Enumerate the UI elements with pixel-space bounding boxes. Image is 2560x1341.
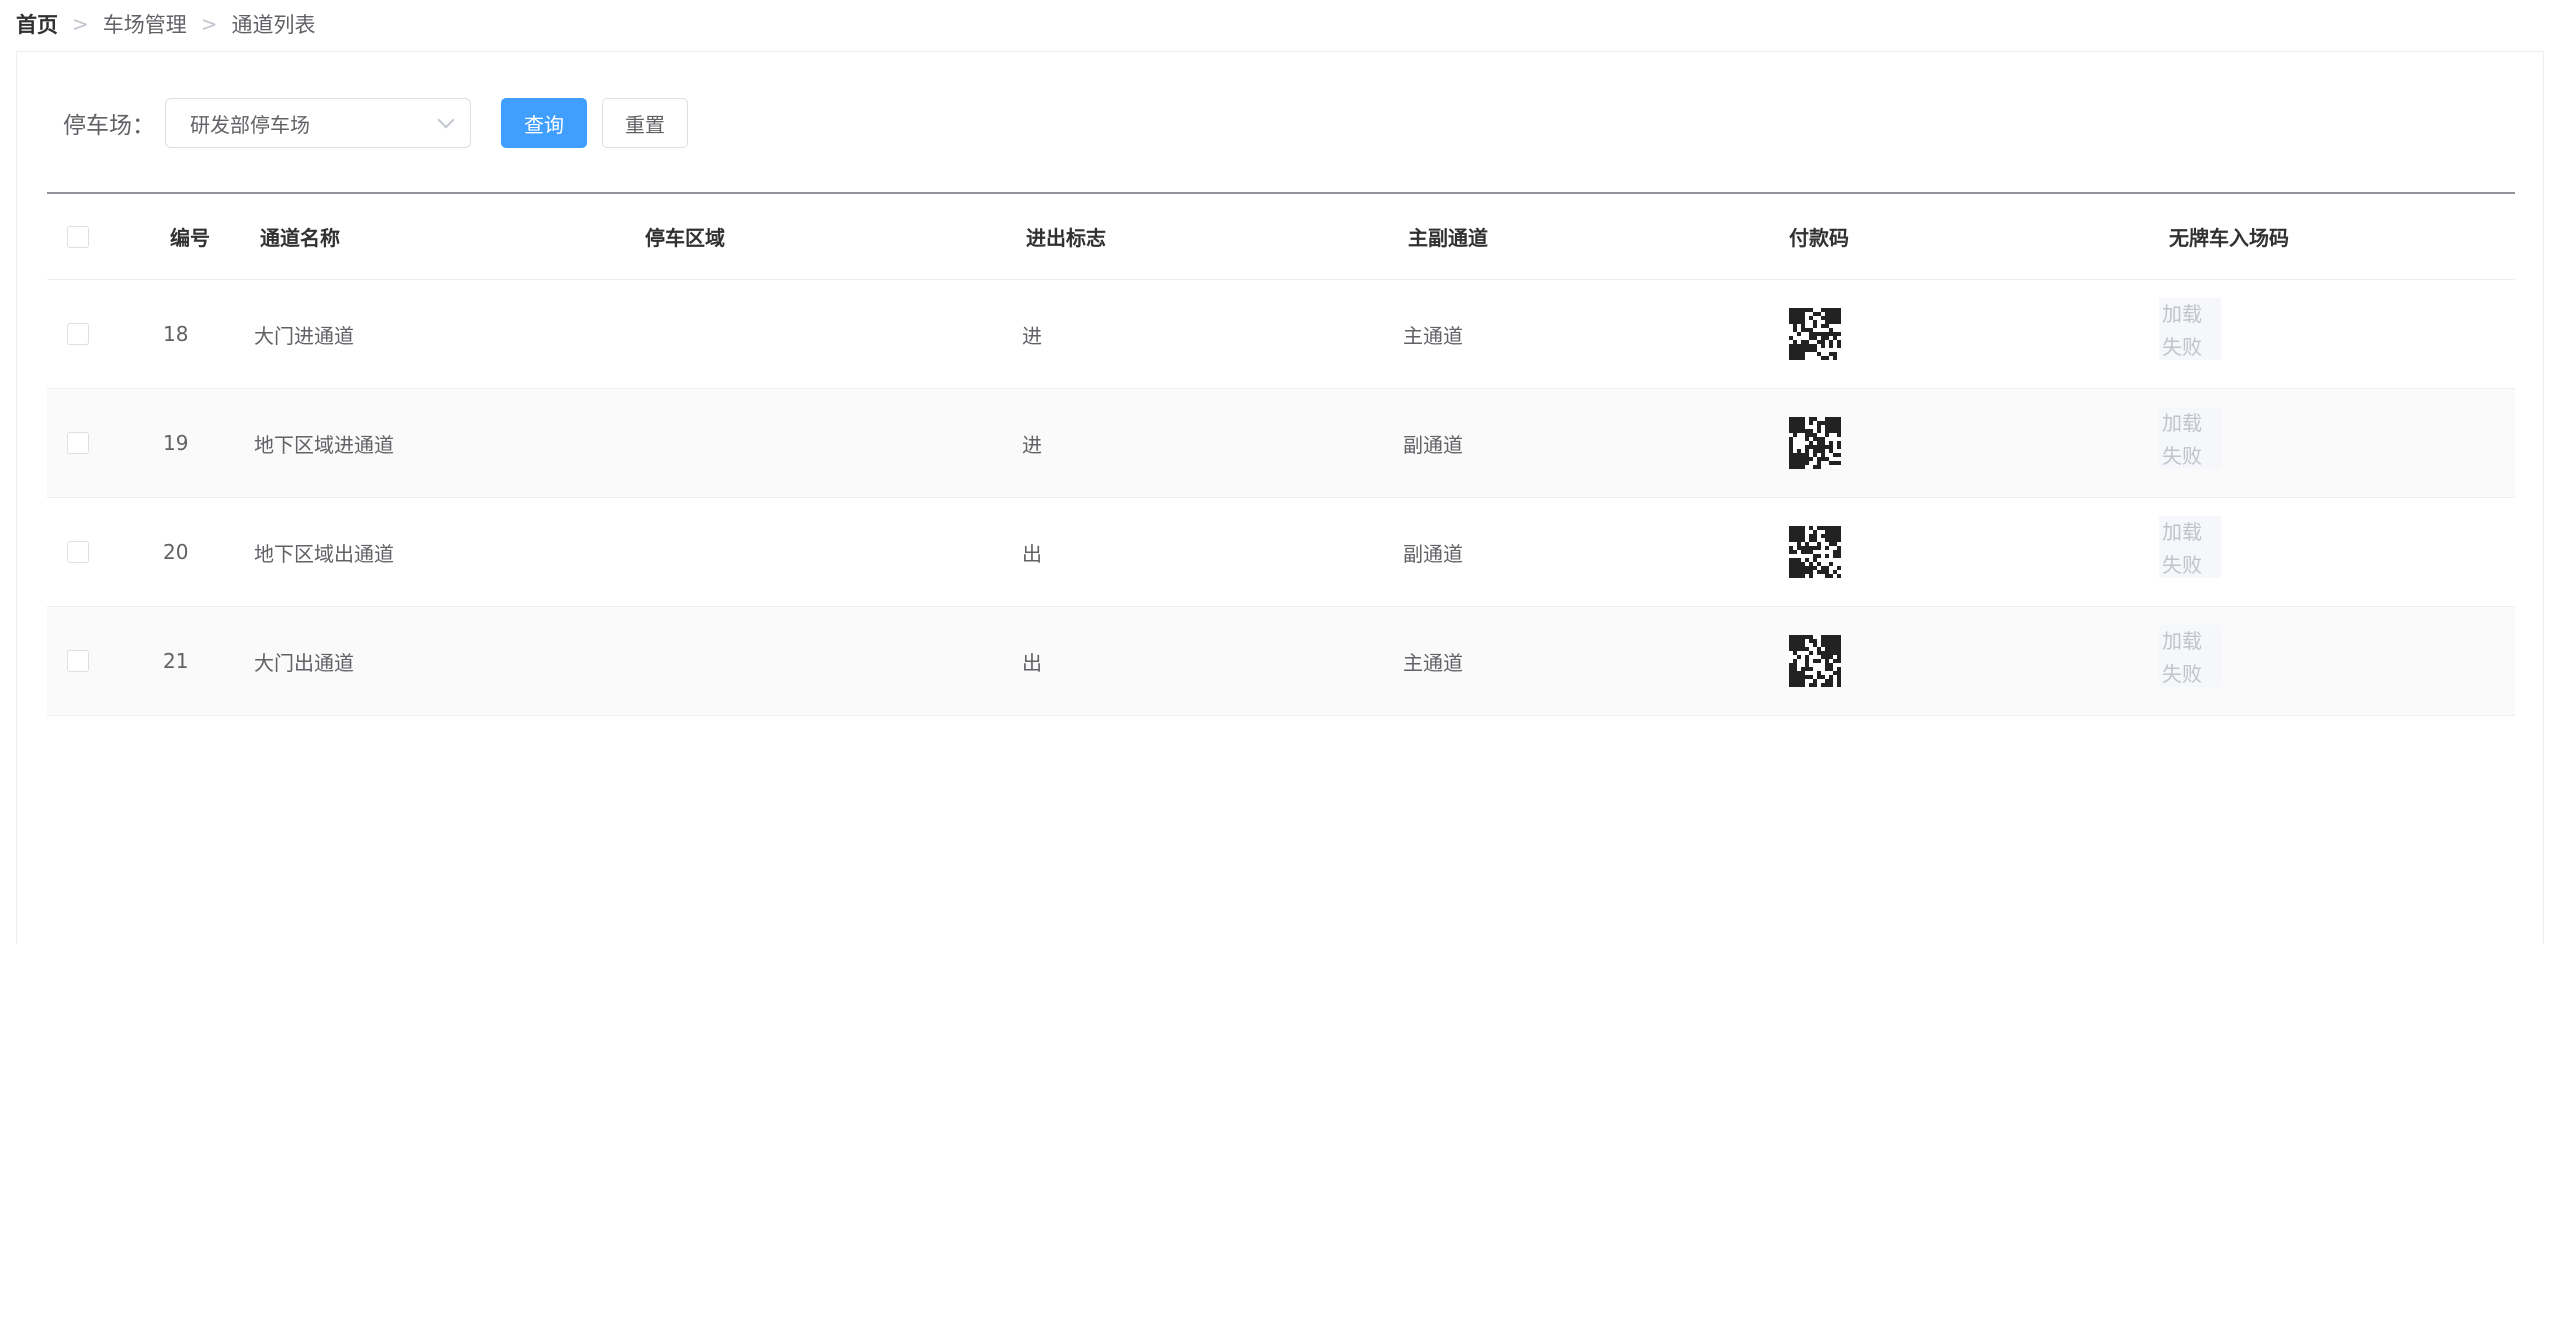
no-plate-image-failed[interactable]: 加载 失败 [2159,298,2221,360]
failed-line-2: 失败 [2162,444,2202,468]
row-id: 18 [163,322,189,346]
table-row[interactable]: 18 大门进通道 进 主通道 加载 失败 [47,280,2515,389]
qr-code-icon[interactable] [1789,635,1841,687]
breadcrumb-home[interactable]: 首页 [16,9,58,39]
failed-line-1: 加载 [2162,520,2202,544]
row-checkbox[interactable] [67,541,89,563]
header-id[interactable]: 编号 [170,194,210,279]
row-checkbox-cell [67,389,97,497]
row-checkbox-cell [67,607,97,715]
row-main-sub: 主通道 [1403,650,1463,675]
row-main-sub: 主通道 [1403,323,1463,348]
chevron-down-icon [437,111,455,129]
channel-table: 编号 通道名称 停车区域 进出标志 主副通道 付款码 无牌车入场码 18 大门进… [47,192,2515,716]
breadcrumb-separator-icon: > [200,12,218,36]
failed-line-2: 失败 [2162,553,2202,577]
no-plate-image-failed[interactable]: 加载 失败 [2159,625,2221,687]
failed-line-2: 失败 [2162,662,2202,686]
header-name[interactable]: 通道名称 [260,194,340,279]
row-checkbox[interactable] [67,432,89,454]
table-row[interactable]: 19 地下区域进通道 进 副通道 加载 失败 [47,389,2515,498]
row-checkbox-cell [67,498,97,606]
table-row[interactable]: 21 大门出通道 出 主通道 加载 失败 [47,607,2515,716]
filter-form: 停车场： 研发部停车场 查询 重置 [63,97,688,149]
failed-line-2: 失败 [2162,335,2202,359]
qr-code-icon[interactable] [1789,308,1841,360]
qr-code-icon[interactable] [1789,417,1841,469]
header-area[interactable]: 停车区域 [645,194,725,279]
header-main-sub[interactable]: 主副通道 [1408,194,1488,279]
row-checkbox[interactable] [67,650,89,672]
breadcrumb-separator-icon: > [72,12,89,36]
qr-code-icon[interactable] [1789,526,1841,578]
row-name: 大门出通道 [254,650,354,675]
no-plate-image-failed[interactable]: 加载 失败 [2159,407,2221,469]
row-checkbox-cell [67,280,97,388]
breadcrumb-parking-management[interactable]: 车场管理 [103,9,187,39]
no-plate-image-failed[interactable]: 加载 失败 [2159,516,2221,578]
header-pay-code[interactable]: 付款码 [1789,194,1849,279]
row-flag: 进 [1022,432,1042,457]
row-name: 地下区域进通道 [254,432,394,457]
content-card: 停车场： 研发部停车场 查询 重置 编号 通道名称 停车区域 进出标志 主副通道… [16,51,2544,944]
select-all-checkbox[interactable] [67,225,89,248]
table-row[interactable]: 20 地下区域出通道 出 副通道 加载 失败 [47,498,2515,607]
row-id: 20 [163,540,189,564]
row-flag: 进 [1022,323,1042,348]
query-button[interactable]: 查询 [501,98,587,148]
row-main-sub: 副通道 [1403,432,1463,457]
parking-lot-label: 停车场： [63,113,155,139]
row-name: 地下区域出通道 [254,541,394,566]
row-name: 大门进通道 [254,323,354,348]
row-checkbox[interactable] [67,323,89,345]
parking-lot-select[interactable]: 研发部停车场 [165,98,471,148]
row-pay-cell [1789,280,1841,388]
header-no-plate-code[interactable]: 无牌车入场码 [2169,194,2289,279]
reset-button[interactable]: 重置 [602,98,688,148]
header-flag[interactable]: 进出标志 [1026,194,1106,279]
row-flag: 出 [1022,541,1042,566]
row-id: 19 [163,431,189,455]
breadcrumb-channel-list: 通道列表 [231,13,316,37]
row-main-sub: 副通道 [1403,541,1463,566]
table-header-row: 编号 通道名称 停车区域 进出标志 主副通道 付款码 无牌车入场码 [47,194,2515,280]
breadcrumb: 首页 > 车场管理 > 通道列表 [16,8,316,40]
failed-line-1: 加载 [2162,629,2202,653]
row-pay-cell [1789,389,1841,497]
failed-line-1: 加载 [2162,302,2202,326]
parking-lot-select-value: 研发部停车场 [190,112,310,137]
row-pay-cell [1789,498,1841,606]
row-id: 21 [163,649,189,673]
header-checkbox-cell [67,194,97,279]
row-pay-cell [1789,607,1841,715]
row-flag: 出 [1022,650,1042,675]
failed-line-1: 加载 [2162,411,2202,435]
